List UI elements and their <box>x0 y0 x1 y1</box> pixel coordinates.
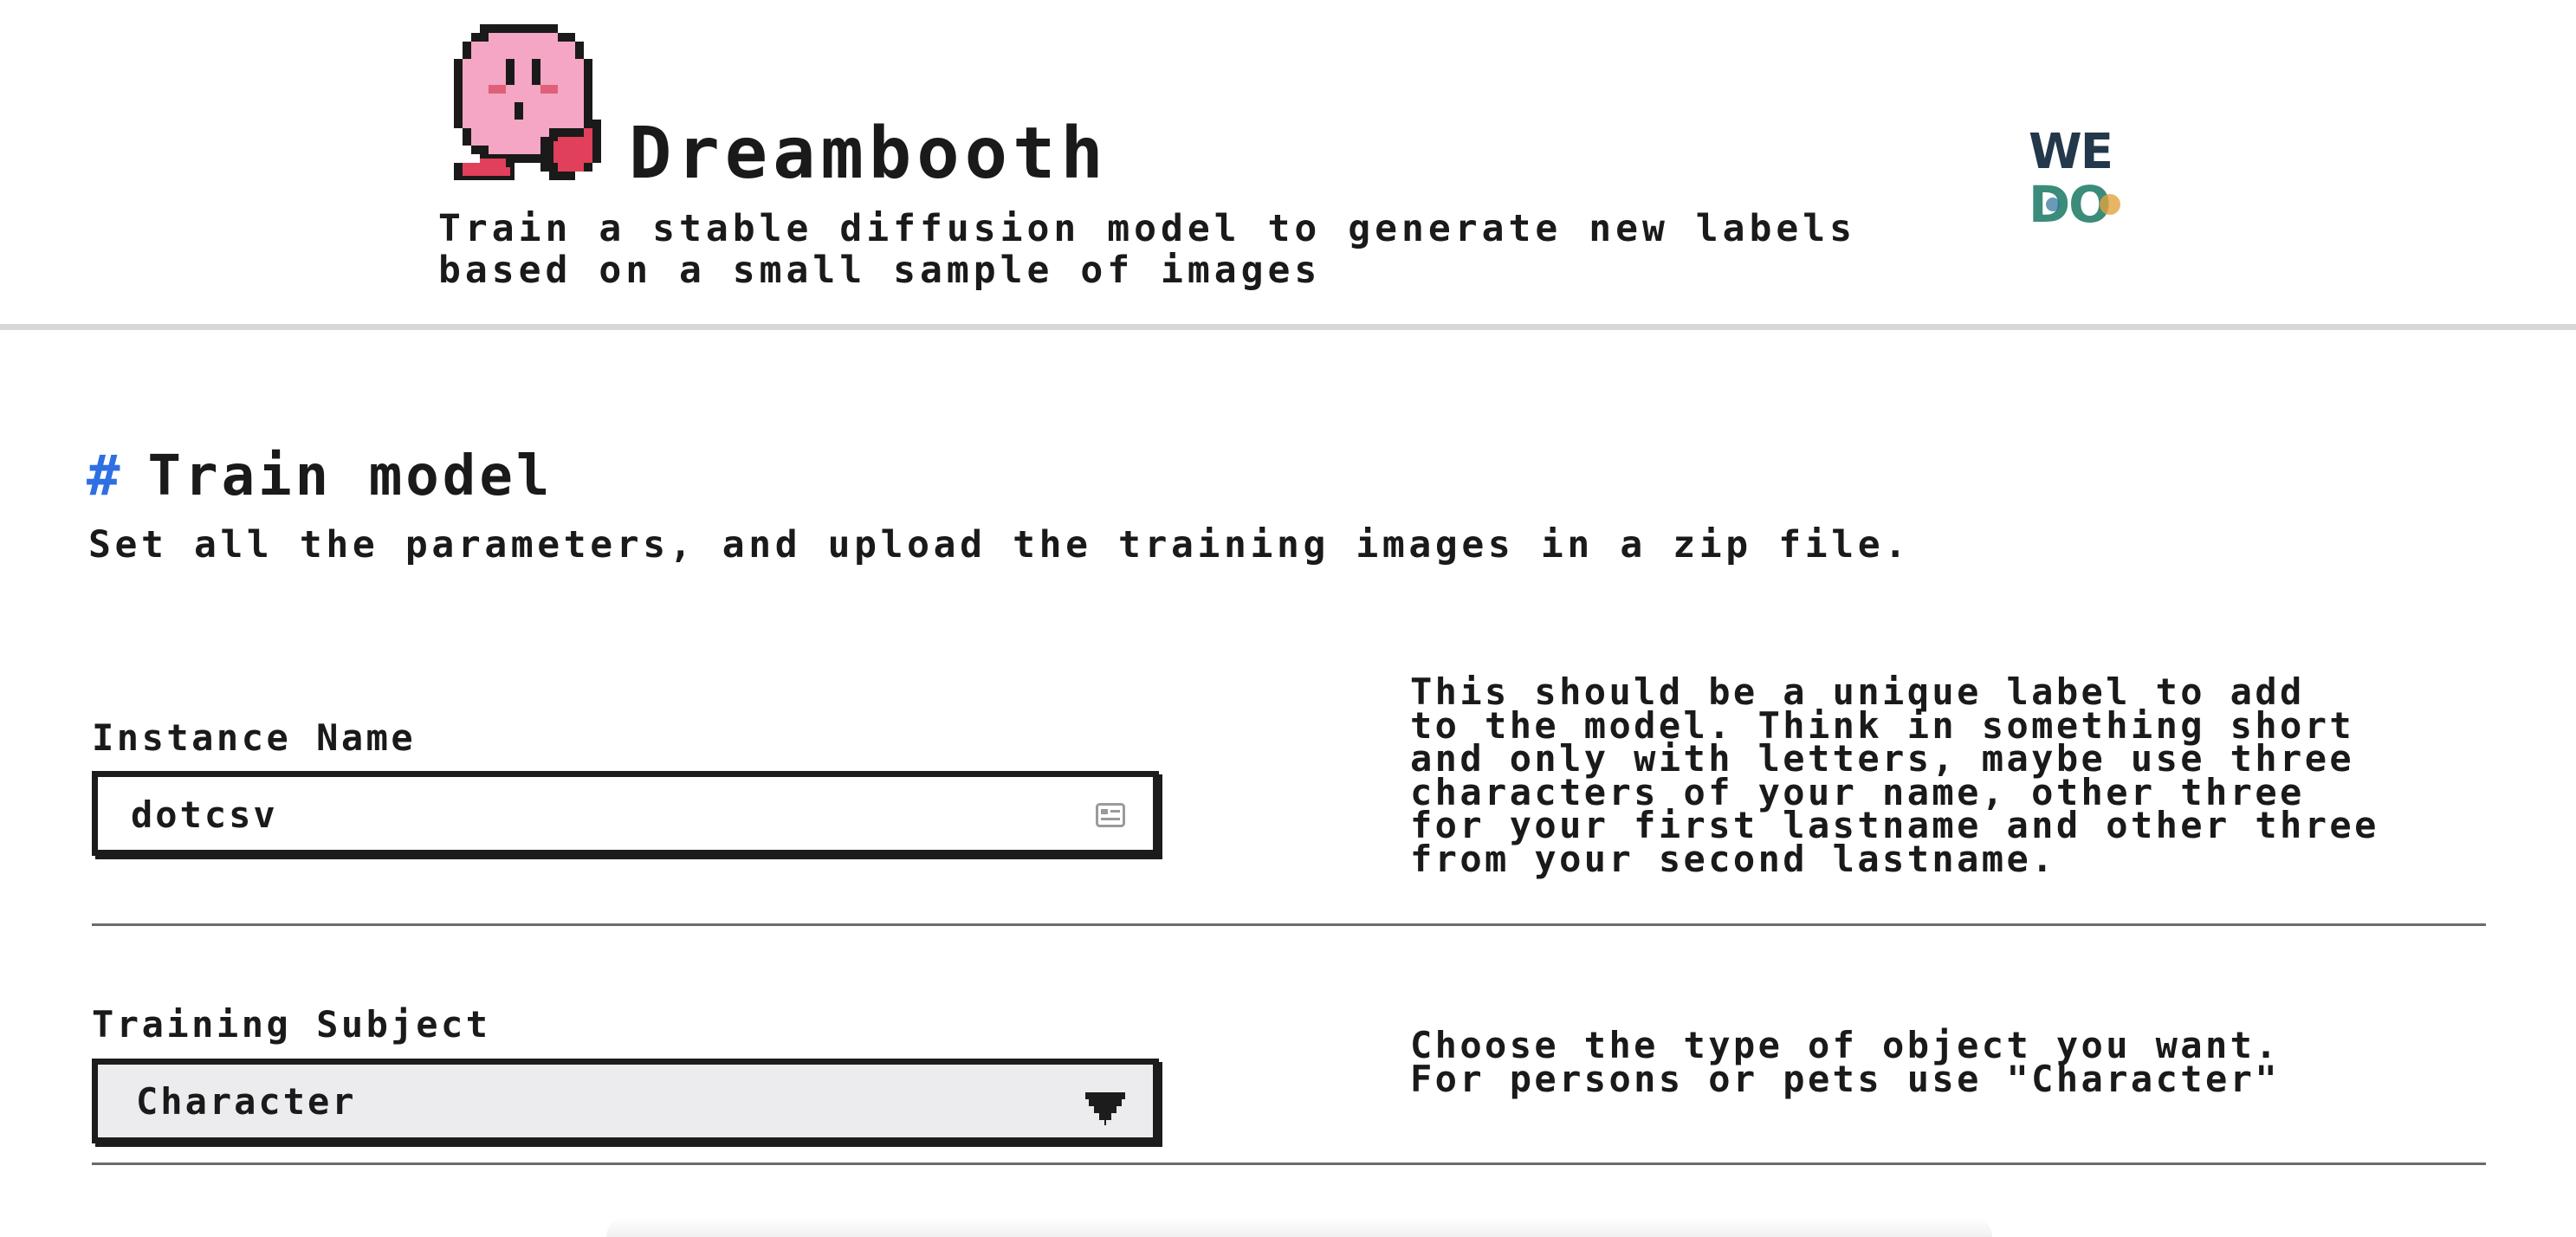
instance-name-field[interactable] <box>92 771 1159 856</box>
app-subtitle: Train a stable diffusion model to genera… <box>438 207 1857 292</box>
instance-name-input[interactable] <box>129 787 1085 841</box>
training-subject-value[interactable]: Character <box>136 1078 357 1125</box>
training-subject-label: Training Subject <box>92 1003 491 1046</box>
svg-text:WE: WE <box>2029 124 2112 180</box>
training-subject-help: Choose the type of object you want. For … <box>1410 1024 2281 1100</box>
instance-name-help: This should be a unique label to add to … <box>1410 670 2379 880</box>
app-header: Dreambooth Train a stable diffusion mode… <box>0 0 2576 324</box>
row-divider <box>92 923 2486 926</box>
app-title: Dreambooth <box>629 113 1109 195</box>
header-divider <box>0 324 2576 330</box>
section-description: Set all the parameters, and upload the t… <box>88 523 1911 567</box>
instance-name-label: Instance Name <box>92 716 417 759</box>
next-section-edge <box>606 1217 1992 1237</box>
kirby-pixel-icon <box>454 24 601 180</box>
svg-text:DO: DO <box>2029 175 2109 229</box>
section-title-text: Train model <box>147 444 553 508</box>
section-title: # Train model <box>87 442 553 511</box>
training-subject-select[interactable]: Character <box>92 1059 1159 1143</box>
dropdown-arrow-icon[interactable] <box>1085 1092 1125 1125</box>
anchor-hash-icon[interactable]: # <box>87 444 124 508</box>
contact-card-icon[interactable] <box>1096 803 1125 827</box>
row-divider <box>92 1163 2486 1165</box>
wedo-logo-icon: WE DO <box>2029 124 2120 229</box>
